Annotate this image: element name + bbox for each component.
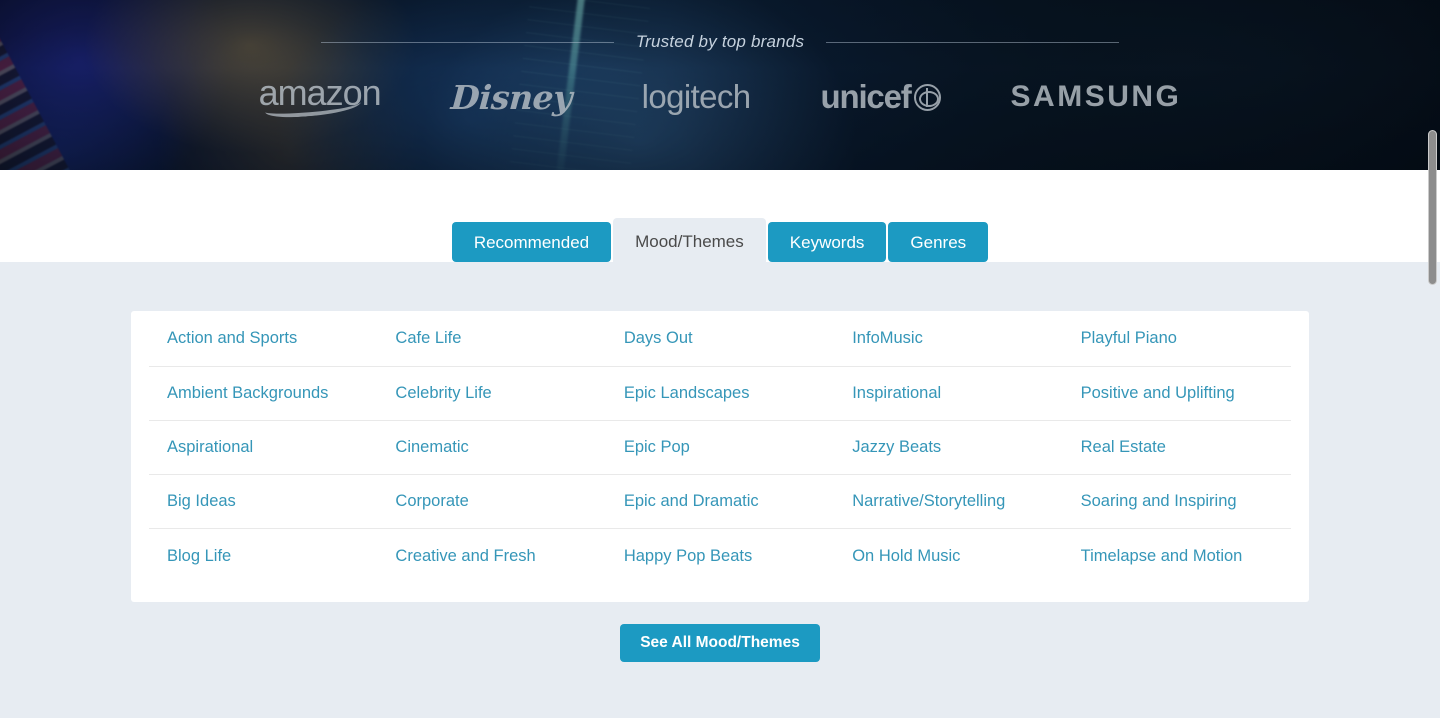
category-link[interactable]: Epic Landscapes (624, 384, 750, 403)
category-link[interactable]: Epic Pop (624, 438, 690, 457)
tab-keywords[interactable]: Keywords (767, 222, 887, 262)
category-link[interactable]: Real Estate (1081, 438, 1166, 457)
category-link[interactable]: Days Out (624, 329, 693, 348)
category-link[interactable]: Creative and Fresh (395, 547, 535, 566)
tab-genres[interactable]: Genres (888, 222, 989, 262)
category-link[interactable]: Playful Piano (1081, 329, 1177, 348)
list-item[interactable]: Playful Piano (1062, 311, 1292, 367)
category-link[interactable]: Ambient Backgrounds (167, 384, 328, 403)
amazon-logo: amazon (259, 75, 382, 119)
category-tab-bar: Recommended Mood/Themes Keywords Genres (0, 218, 1440, 264)
list-item[interactable]: InfoMusic (834, 311, 1063, 367)
category-links-card: Action and Sports Ambient Backgrounds As… (131, 311, 1309, 602)
list-item[interactable]: Ambient Backgrounds (149, 367, 378, 421)
see-all-row: See All Mood/Themes (0, 624, 1440, 662)
list-item[interactable]: Blog Life (149, 529, 377, 583)
see-all-mood-themes-button[interactable]: See All Mood/Themes (620, 624, 820, 662)
page-scrollbar-thumb[interactable] (1428, 130, 1437, 285)
list-item[interactable]: Action and Sports (149, 311, 378, 367)
disney-logo: Disney (449, 77, 573, 117)
category-link[interactable]: Big Ideas (167, 492, 236, 511)
samsung-logo: SAMSUNG (1010, 80, 1182, 113)
list-item[interactable]: Positive and Uplifting (1062, 367, 1292, 421)
unicef-wordmark: unicef (820, 78, 912, 115)
category-link[interactable]: Blog Life (167, 547, 231, 566)
tab-recommended[interactable]: Recommended (451, 222, 612, 262)
hero-banner: Trusted by top brands amazon Disney logi… (0, 0, 1440, 170)
list-item[interactable]: Epic Pop (605, 421, 835, 475)
category-column-3: Days Out Epic Landscapes Epic Pop Epic a… (605, 311, 835, 602)
category-link[interactable]: Positive and Uplifting (1081, 384, 1235, 403)
list-item[interactable]: Timelapse and Motion (1063, 529, 1291, 583)
list-item[interactable]: Cafe Life (377, 311, 606, 367)
trusted-rule-right (826, 41, 1120, 43)
category-link[interactable]: Action and Sports (167, 329, 297, 348)
category-column-1: Action and Sports Ambient Backgrounds As… (149, 311, 378, 602)
category-link[interactable]: Cinematic (395, 438, 468, 457)
list-item[interactable]: Corporate (377, 475, 606, 529)
list-item[interactable]: Cinematic (377, 421, 606, 475)
category-link[interactable]: Celebrity Life (395, 384, 491, 403)
category-link[interactable]: Jazzy Beats (852, 438, 941, 457)
category-link[interactable]: Cafe Life (395, 329, 461, 348)
list-item[interactable]: Narrative/Storytelling (834, 475, 1063, 529)
list-item[interactable]: Epic and Dramatic (605, 475, 835, 529)
tab-panel-mood-themes: Action and Sports Ambient Backgrounds As… (0, 262, 1440, 718)
brand-logo-strip: amazon Disney logitech unicef SAMSUNG (0, 72, 1440, 122)
category-link[interactable]: Timelapse and Motion (1081, 547, 1243, 566)
tab-mood-themes[interactable]: Mood/Themes (613, 218, 766, 264)
category-link[interactable]: Narrative/Storytelling (852, 492, 1005, 511)
list-item[interactable]: Jazzy Beats (834, 421, 1063, 475)
category-link[interactable]: On Hold Music (852, 547, 960, 566)
category-column-4: InfoMusic Inspirational Jazzy Beats Narr… (834, 311, 1063, 602)
list-item[interactable]: Inspirational (834, 367, 1063, 421)
category-link[interactable]: Corporate (395, 492, 468, 511)
list-item[interactable]: Aspirational (149, 421, 378, 475)
category-link[interactable]: Happy Pop Beats (624, 547, 752, 566)
category-link[interactable]: Epic and Dramatic (624, 492, 759, 511)
trusted-by-label: Trusted by top brands (635, 32, 805, 51)
list-item[interactable]: On Hold Music (834, 529, 1062, 583)
category-link[interactable]: Aspirational (167, 438, 253, 457)
category-column-5: Playful Piano Positive and Uplifting Rea… (1062, 311, 1292, 602)
list-item[interactable]: Days Out (605, 311, 835, 367)
list-item[interactable]: Real Estate (1062, 421, 1292, 475)
logitech-logo: logitech (641, 78, 752, 115)
category-link[interactable]: Inspirational (852, 384, 941, 403)
list-item[interactable]: Soaring and Inspiring (1062, 475, 1292, 529)
unicef-logo: unicef (821, 78, 941, 116)
category-link[interactable]: InfoMusic (852, 329, 923, 348)
list-item[interactable]: Celebrity Life (377, 367, 606, 421)
list-item[interactable]: Creative and Fresh (377, 529, 605, 583)
category-link[interactable]: Soaring and Inspiring (1081, 492, 1237, 511)
trusted-rule-left (320, 41, 614, 43)
unicef-globe-icon (913, 83, 941, 111)
page-scrollbar-track[interactable] (1425, 0, 1440, 718)
category-column-2: Cafe Life Celebrity Life Cinematic Corpo… (377, 311, 606, 602)
list-item[interactable]: Epic Landscapes (605, 367, 835, 421)
trusted-by-row: Trusted by top brands (0, 30, 1440, 54)
list-item[interactable]: Big Ideas (149, 475, 378, 529)
list-item[interactable]: Happy Pop Beats (606, 529, 834, 583)
page-root: Trusted by top brands amazon Disney logi… (0, 0, 1440, 718)
